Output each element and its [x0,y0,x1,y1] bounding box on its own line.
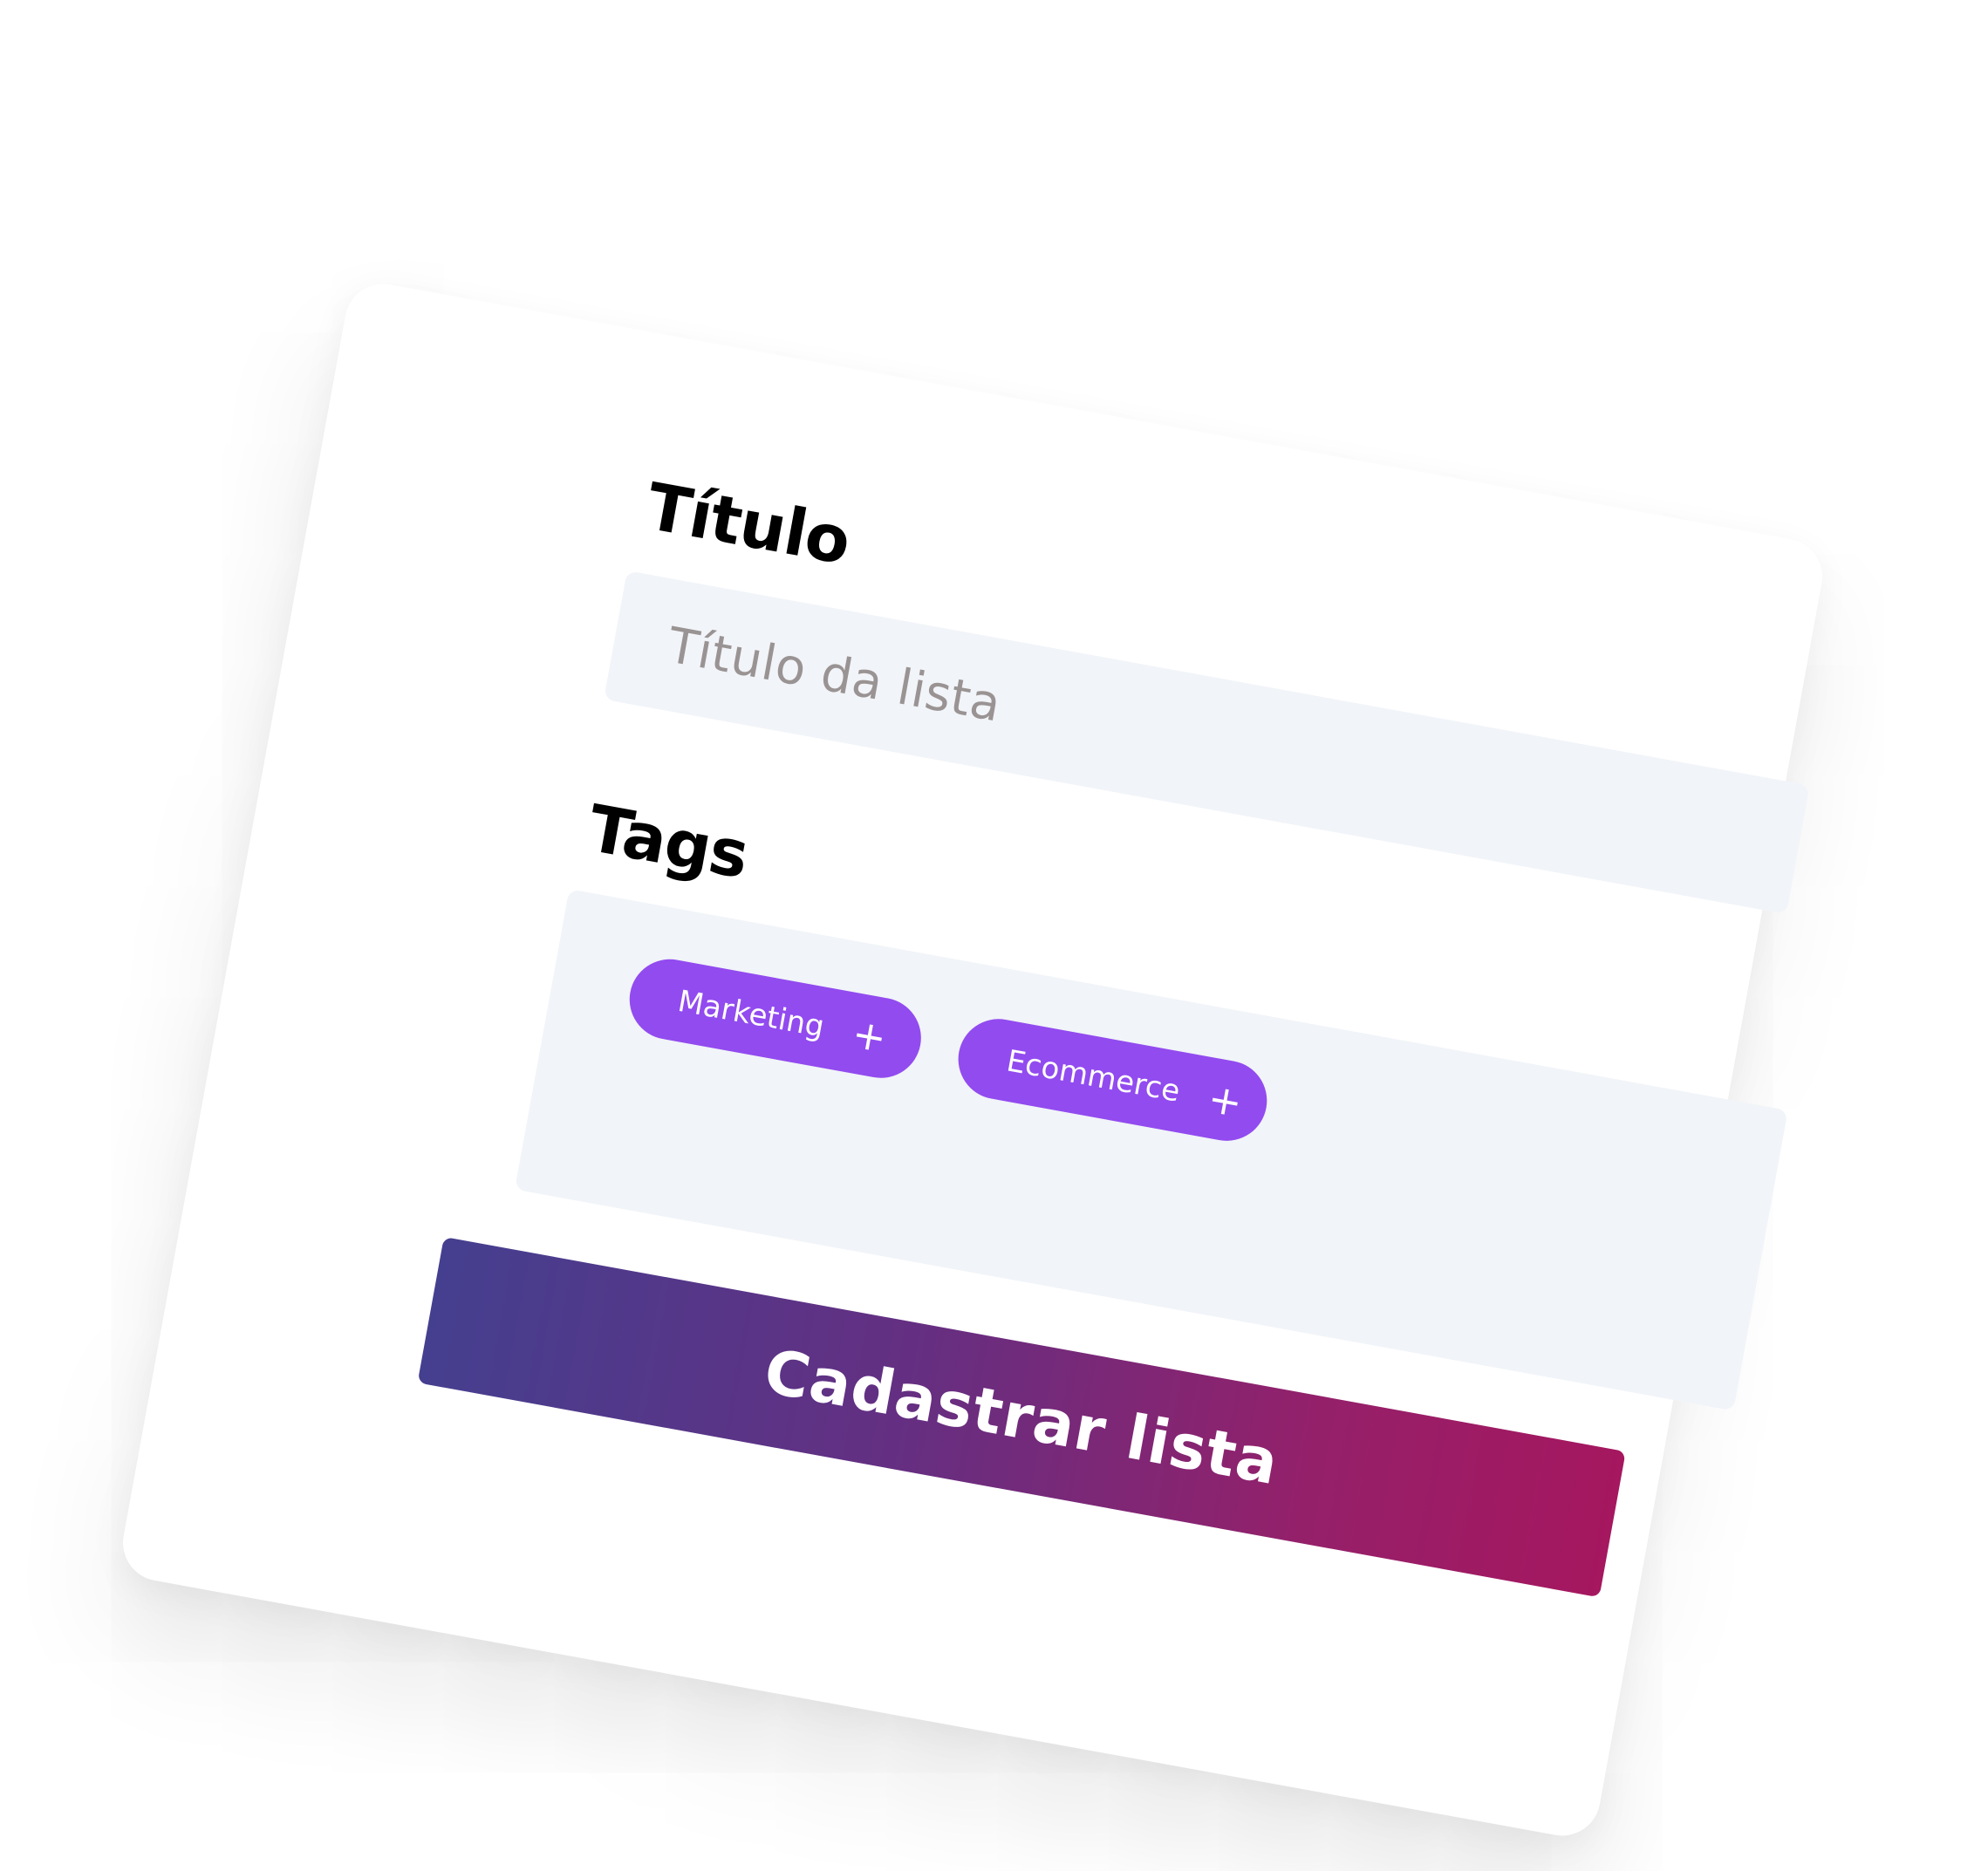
create-list-card: Título Título da lista Tags Marketing + … [116,277,1829,1842]
title-input[interactable]: Título da lista [604,570,1810,915]
tag-chip-marketing[interactable]: Marketing + [623,953,928,1085]
title-label: Título [640,468,856,580]
canvas: Título Título da lista Tags Marketing + … [0,0,1988,1871]
tag-chip-label: Marketing [675,983,827,1045]
plus-icon[interactable]: + [849,1009,891,1062]
plus-icon[interactable]: + [1205,1075,1247,1127]
tag-chip-ecommerce[interactable]: Ecommerce + [952,1012,1274,1148]
title-input-placeholder: Título da lista [663,617,1006,734]
tags-label: Tags [582,790,755,894]
tag-chip-label: Ecommerce [1003,1043,1183,1110]
